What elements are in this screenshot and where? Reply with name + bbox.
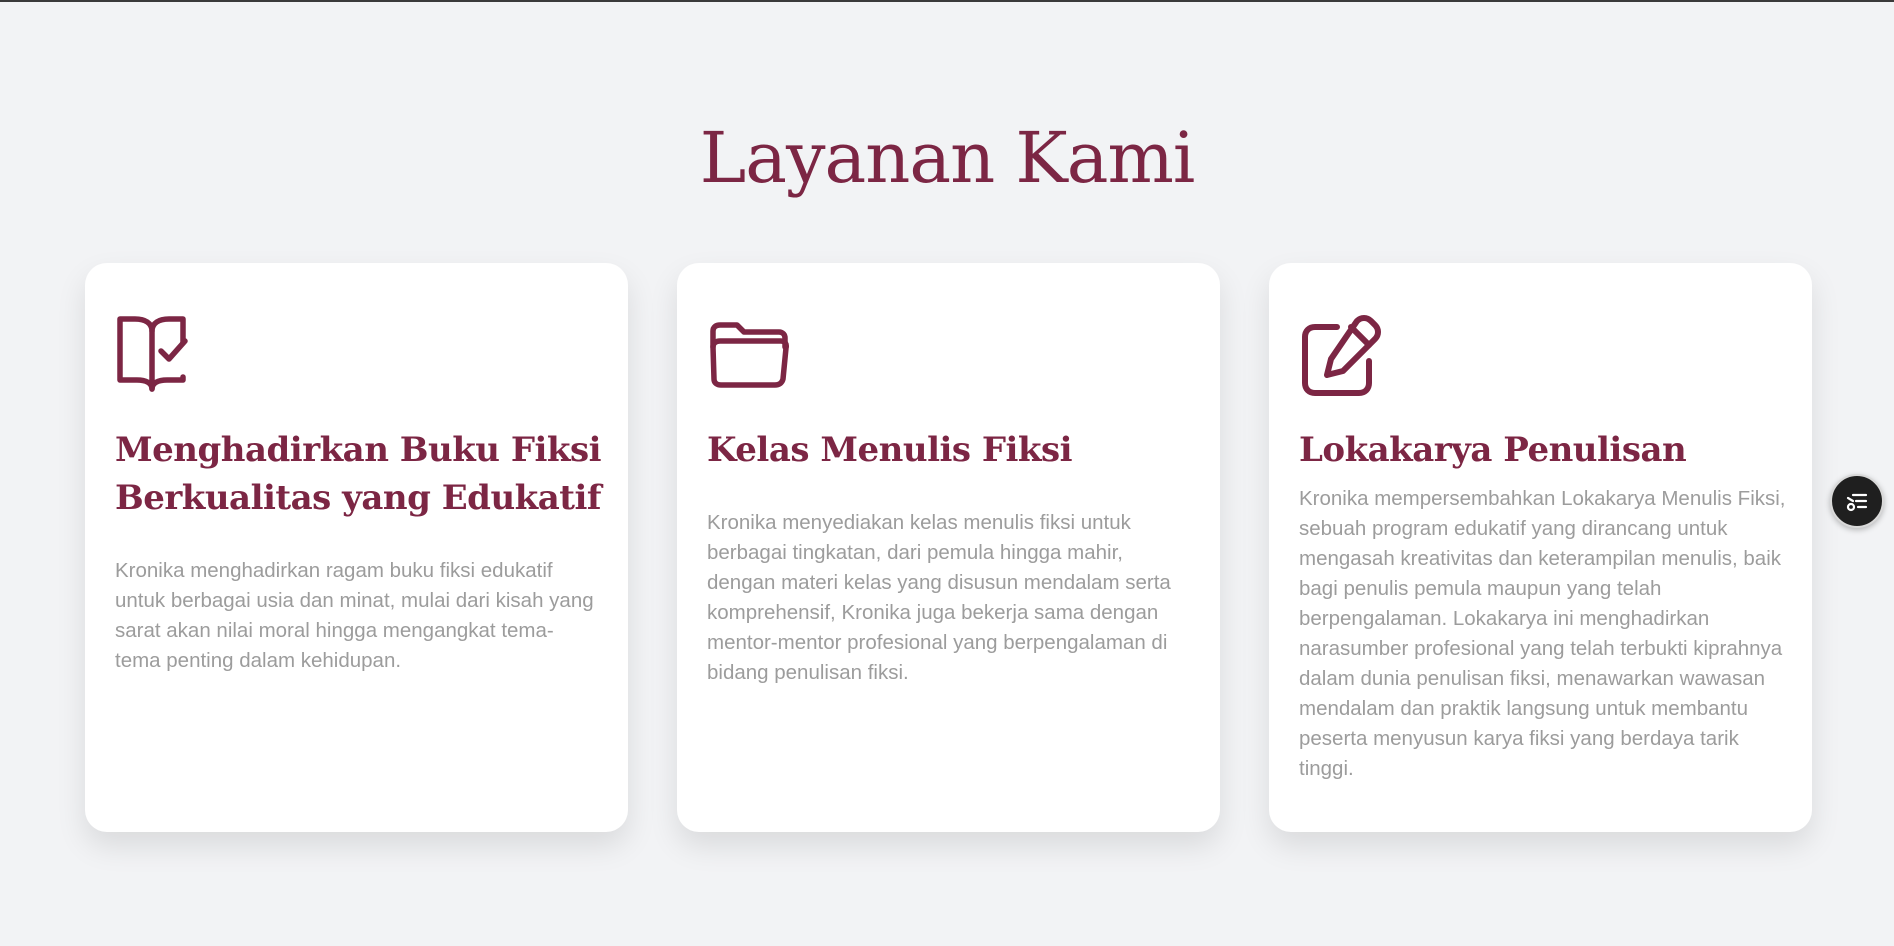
section-title: Layanan Kami [699, 117, 1195, 199]
service-description: Kronika menghadirkan ragam buku fiksi ed… [115, 559, 594, 672]
service-title: Lokakarya Penulisan [1299, 430, 1687, 470]
pencil-square-icon [1299, 313, 1383, 397]
book-check-icon [115, 313, 199, 397]
service-description: Kronika mempersembahkan Lokakarya Menuli… [1299, 487, 1786, 780]
list-settings-icon [1846, 493, 1868, 512]
service-title: Menghadirkan Buku Fiksi Berkualitas yang… [115, 430, 602, 518]
services-page: Layanan Kami Menghadirkan Buku Fiksi Ber… [0, 0, 1894, 946]
service-card-books: Menghadirkan Buku Fiksi Berkualitas yang… [85, 263, 628, 832]
service-card-workshop: Lokakarya Penulisan Kronika mempersembah… [1269, 263, 1812, 832]
service-title: Kelas Menulis Fiksi [707, 430, 1073, 470]
folder-open-icon [707, 313, 791, 397]
service-description: Kronika menyediakan kelas menulis fiksi … [707, 511, 1171, 684]
service-card-writing-class: Kelas Menulis Fiksi Kronika menyediakan … [677, 263, 1220, 832]
floating-menu-button[interactable] [1830, 474, 1884, 528]
services-cards: Menghadirkan Buku Fiksi Berkualitas yang… [85, 263, 1815, 833]
top-border [0, 0, 1894, 2]
